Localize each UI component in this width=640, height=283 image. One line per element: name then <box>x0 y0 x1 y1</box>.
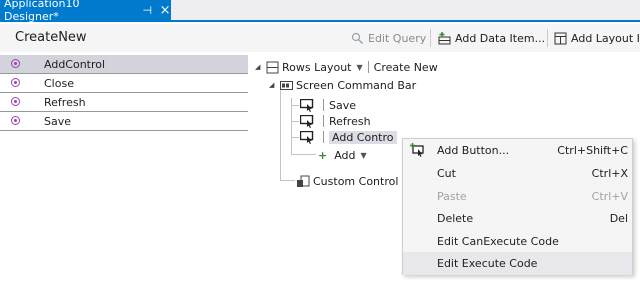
menu-item-paste[interactable]: Paste Ctrl+V <box>403 185 632 208</box>
expand-arrow-icon[interactable]: ◢ <box>269 81 279 89</box>
divider <box>367 61 369 73</box>
menu-item-label: Cut <box>437 167 456 180</box>
edit-query-button[interactable]: Edit Query <box>351 30 426 46</box>
custom-control-label: Custom Control <box>313 174 399 188</box>
tree-node-refresh-button[interactable]: Refresh <box>299 113 371 129</box>
tree-connector <box>280 180 295 181</box>
button-icon <box>299 114 314 128</box>
layout-type-label[interactable]: Rows Layout <box>282 61 352 74</box>
tree-node-rows-layout[interactable]: ◢ Rows Layout ▼ Create New <box>255 59 438 75</box>
add-layout-item-button[interactable]: Add Layout Item <box>554 30 640 46</box>
tree-node-save-button[interactable]: Save <box>299 97 357 113</box>
button-label: Save <box>329 98 357 112</box>
method-item-refresh[interactable]: Refresh <box>0 93 248 112</box>
menu-item-delete[interactable]: Delete Del <box>403 207 632 230</box>
method-item-save[interactable]: Save <box>0 112 248 131</box>
query-icon <box>351 32 364 45</box>
divider <box>323 131 324 143</box>
tree-node-custom-control[interactable]: Custom Control <box>296 173 398 189</box>
tree-node-add-control-button[interactable]: Add Contro <box>299 129 397 145</box>
method-icon <box>11 59 20 68</box>
add-data-item-label: Add Data Item... <box>455 31 546 45</box>
layout-name-label: Create New <box>373 60 438 74</box>
divider <box>323 99 324 111</box>
method-item-close[interactable]: Close <box>0 74 248 93</box>
menu-item-shortcut: Ctrl+Shift+C <box>557 144 628 157</box>
chevron-down-icon[interactable]: ▼ <box>361 151 367 160</box>
toolbar-separator <box>430 29 431 47</box>
method-label: Refresh <box>44 95 86 109</box>
add-label: Add <box>334 148 356 162</box>
tree-connector <box>291 98 292 154</box>
command-bar-icon <box>280 80 293 91</box>
tree-node-add[interactable]: + Add ▼ <box>318 147 367 163</box>
menu-item-label: Paste <box>437 190 467 203</box>
button-icon <box>299 98 314 112</box>
plus-icon: + <box>318 148 328 162</box>
button-label: Refresh <box>329 114 371 128</box>
tree-connector <box>291 154 316 155</box>
menu-item-label: Edit Execute Code <box>437 257 538 270</box>
menu-item-shortcut: Ctrl+V <box>591 190 628 203</box>
tree-connector <box>280 90 281 180</box>
menu-item-add-button[interactable]: Add Button... Ctrl+Shift+C <box>403 139 632 162</box>
menu-item-label: Delete <box>437 212 474 225</box>
method-item-addcontrol[interactable]: AddControl <box>0 55 248 74</box>
command-bar-label: Screen Command Bar <box>296 78 417 92</box>
tab-title: Application10 Designer* <box>4 0 80 23</box>
tree-connector <box>291 121 299 122</box>
method-label: Close <box>44 76 74 90</box>
method-label: Save <box>44 114 72 128</box>
tree-connector <box>291 137 299 138</box>
document-tab[interactable]: Application10 Designer* ⊣ × <box>0 0 171 23</box>
add-layout-item-label: Add Layout Item <box>571 31 640 45</box>
rows-layout-icon <box>266 61 279 74</box>
add-layout-item-icon <box>554 32 567 45</box>
custom-control-icon <box>296 175 310 188</box>
methods-list: AddControl Close Refresh Save <box>0 55 248 131</box>
chevron-down-icon[interactable]: ▼ <box>357 63 363 72</box>
screen-title: CreateNew <box>15 30 87 45</box>
menu-item-label: Edit CanExecute Code <box>437 235 559 248</box>
method-label: AddControl <box>44 57 106 71</box>
menu-item-shortcut: Ctrl+X <box>591 167 628 180</box>
document-tab-strip: Application10 Designer* ⊣ × <box>0 0 640 23</box>
tree-node-command-bar[interactable]: ◢ Screen Command Bar <box>269 77 416 93</box>
menu-item-shortcut: Del <box>609 212 628 225</box>
method-icon <box>11 116 20 125</box>
add-data-item-icon <box>438 31 451 45</box>
method-icon <box>11 78 20 87</box>
method-icon <box>11 97 20 106</box>
screen-header: CreateNew Edit Query Add Data Item... Ad… <box>0 24 640 52</box>
add-data-item-button[interactable]: Add Data Item... <box>438 30 545 46</box>
edit-query-label: Edit Query <box>368 31 427 45</box>
menu-item-label: Add Button... <box>437 144 510 157</box>
add-button-icon <box>410 143 424 157</box>
tree-connector <box>291 105 299 106</box>
context-menu: Add Button... Ctrl+Shift+C Cut Ctrl+X Pa… <box>402 138 633 275</box>
expand-arrow-icon[interactable]: ◢ <box>255 63 265 71</box>
toolbar-separator <box>547 29 548 47</box>
menu-item-edit-canexecute-code[interactable]: Edit CanExecute Code <box>403 230 632 253</box>
close-icon[interactable]: × <box>159 3 171 18</box>
menu-item-cut[interactable]: Cut Ctrl+X <box>403 162 632 185</box>
button-icon <box>299 130 314 144</box>
menu-item-edit-execute-code[interactable]: Edit Execute Code <box>403 252 632 275</box>
divider <box>323 115 324 127</box>
button-label: Add Contro <box>329 130 397 144</box>
pin-icon[interactable]: ⊣ <box>141 4 153 17</box>
